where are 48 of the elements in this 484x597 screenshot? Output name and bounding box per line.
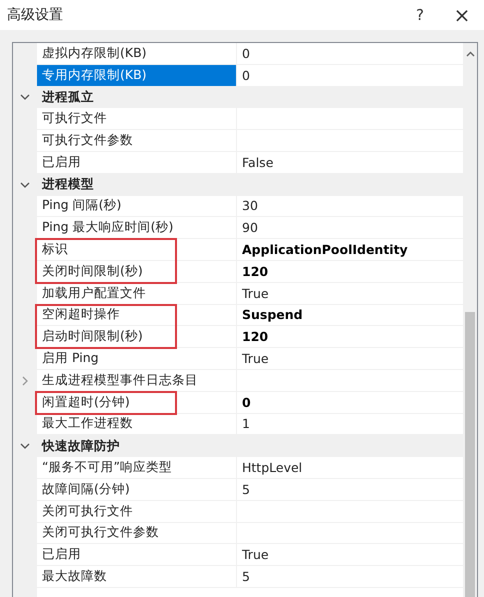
property-name[interactable]: 加载用户配置文件 [37, 282, 237, 305]
category-label: 快速故障防护 [40, 438, 120, 455]
chevron-icon[interactable] [20, 441, 30, 452]
category-label: 进程模型 [40, 176, 94, 194]
property-value: 5 [242, 569, 250, 584]
property-name[interactable]: 启用 Ping [37, 348, 237, 370]
scrollbar-thumb[interactable] [465, 312, 475, 597]
property-name[interactable]: 关闭可执行文件参数 [37, 522, 237, 544]
property-value: 1 [242, 416, 250, 432]
property-value: 0 [242, 46, 250, 61]
property-name[interactable]: 生成进程模型事件日志条目 [37, 370, 237, 392]
property-name[interactable]: Ping 最大响应时间(秒) [37, 217, 237, 240]
property-value: False [242, 154, 274, 170]
scroll-up-icon[interactable] [466, 51, 474, 57]
property-name[interactable]: 可执行文件参数 [37, 130, 237, 152]
property-value: 30 [242, 198, 258, 214]
property-value: True [242, 286, 269, 301]
property-name[interactable]: Ping 间隔(秒) [37, 196, 237, 218]
property-value: True [242, 547, 269, 562]
property-name[interactable]: 可执行文件 [37, 108, 237, 130]
property-name[interactable]: 关闭时间限制(秒) [37, 260, 237, 283]
property-value: 120 [242, 329, 268, 344]
property-value: HttpLevel [242, 460, 302, 476]
property-value: 5 [242, 482, 250, 497]
scrollbar[interactable] [463, 43, 477, 597]
property-name[interactable]: “服务不可用”响应类型 [37, 457, 237, 479]
property-value: True [242, 351, 269, 366]
property-name[interactable]: 专用内存限制(KB) [37, 64, 237, 87]
help-button[interactable]: ? [400, 0, 440, 30]
property-name[interactable]: 启动时间限制(秒) [37, 326, 237, 348]
chevron-icon[interactable] [20, 92, 30, 102]
property-name[interactable]: 最大故障数 [37, 566, 237, 588]
property-name[interactable]: 空闲超时操作 [37, 304, 237, 326]
category-label: 进程孤立 [40, 88, 94, 106]
close-button[interactable]: × [440, 0, 484, 30]
property-value: 0 [242, 68, 250, 83]
property-name[interactable]: 已启用 [37, 544, 237, 566]
property-value: ApplicationPoolIdentity [242, 242, 408, 258]
property-name[interactable]: 标识 [37, 239, 237, 261]
chevron-icon[interactable] [20, 180, 30, 190]
property-name[interactable]: 闲置超时(分钟) [37, 392, 237, 414]
property-value: 0 [242, 394, 251, 410]
window-title: 高级设置 [7, 6, 64, 24]
property-value: Suspend [242, 307, 303, 322]
property-name[interactable]: 故障间隔(分钟) [37, 478, 237, 501]
property-name[interactable]: 关闭可执行文件 [37, 500, 237, 523]
property-value: 120 [242, 264, 268, 279]
property-value: 90 [242, 220, 258, 236]
